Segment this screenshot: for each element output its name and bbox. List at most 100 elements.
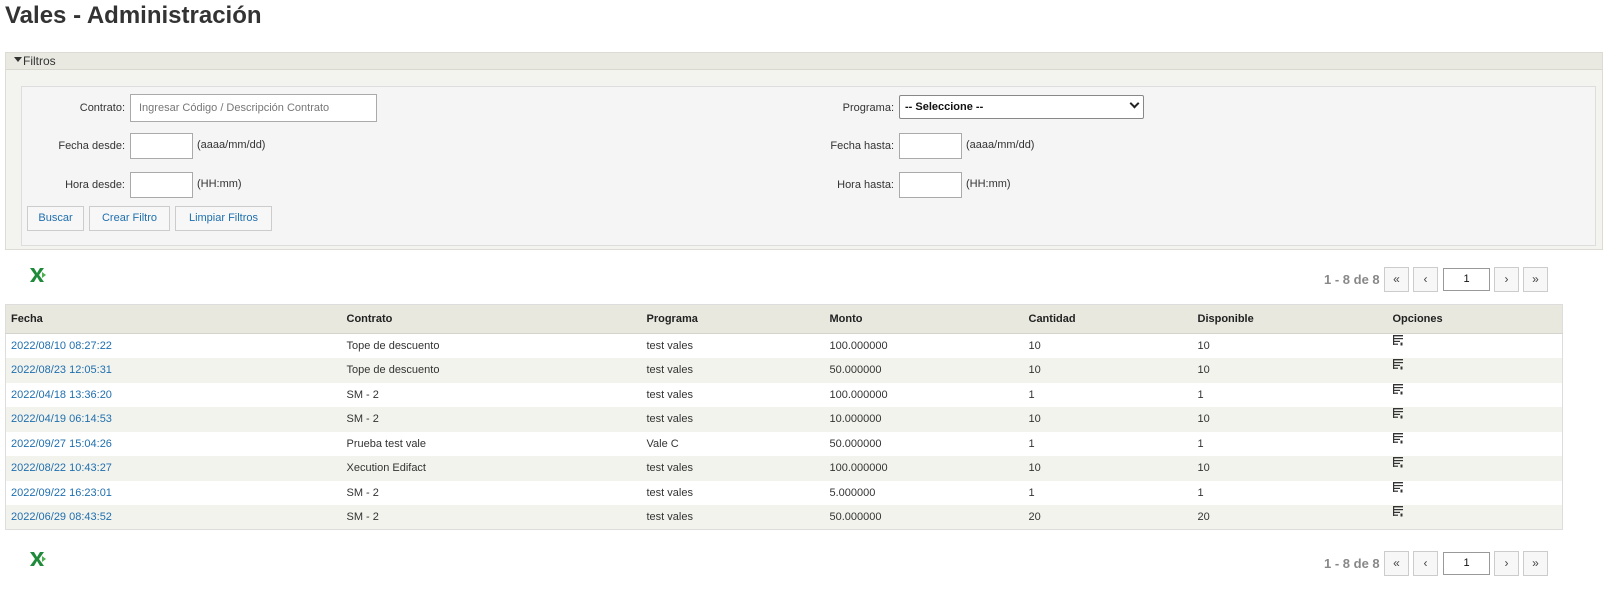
cell-monto: 50.000000	[824, 358, 1024, 383]
excel-export-icon[interactable]	[29, 267, 47, 283]
cell-fecha: 2022/09/22 16:23:01	[6, 481, 342, 506]
prev-page-button[interactable]: ‹	[1413, 551, 1438, 576]
excel-export-icon[interactable]	[29, 551, 47, 567]
fecha-link[interactable]: 2022/04/19 06:14:53	[11, 413, 112, 425]
cell-contrato: SM - 2	[346, 486, 379, 499]
prev-page-button[interactable]: ‹	[1413, 267, 1438, 292]
chevron-down-icon	[1129, 98, 1140, 109]
fecha-link[interactable]: 2022/08/22 10:43:27	[11, 462, 112, 474]
cell-opciones	[1387, 407, 1563, 432]
column-header-fecha[interactable]: Fecha	[5, 304, 342, 334]
cell-programa: test vales	[646, 340, 693, 352]
cell-opciones	[1388, 383, 1563, 408]
fecha-link[interactable]: 2022/06/29 08:43:52	[11, 511, 112, 523]
fecha-link[interactable]: 2022/08/10 08:27:22	[11, 340, 112, 352]
column-header-programa[interactable]: Programa	[641, 304, 825, 334]
page-number-input[interactable]: 1	[1443, 552, 1490, 575]
details-list-icon[interactable]	[1392, 359, 1403, 370]
cell-cantidad: 10	[1023, 407, 1193, 432]
table-row: 2022/08/22 10:43:27 Xecution Edifact tes…	[5, 456, 1563, 481]
cell-opciones	[1387, 358, 1563, 383]
cell-programa: test vales	[641, 505, 825, 530]
cell-cantidad: 10	[1023, 456, 1193, 481]
fecha-link[interactable]: 2022/09/27 15:04:26	[11, 438, 112, 450]
limpiar-filtros-button[interactable]: Limpiar Filtros	[175, 206, 272, 231]
cell-cantidad: 10	[1023, 358, 1193, 383]
cell-contrato: Prueba test vale	[346, 437, 427, 450]
table-row: 2022/09/22 16:23:01 SM - 2 test vales 5.…	[6, 481, 1563, 506]
column-header-monto[interactable]: Monto	[824, 304, 1024, 334]
cell-contrato: Xecution Edifact	[341, 456, 642, 481]
table-row: 2022/04/18 13:36:20 SM - 2 test vales 10…	[6, 383, 1563, 408]
details-list-icon[interactable]	[1392, 335, 1403, 346]
cell-disponible: 1	[1197, 437, 1204, 450]
programa-label: Programa:	[842, 102, 894, 114]
table-row: 2022/06/29 08:43:52 SM - 2 test vales 50…	[5, 505, 1563, 530]
cell-monto: 100.000000	[829, 340, 888, 352]
cell-programa: test vales	[646, 486, 693, 499]
details-list-icon[interactable]	[1392, 432, 1403, 444]
fecha-desde-format: (aaaa/mm/dd)	[197, 139, 266, 151]
column-header-opciones: Opciones	[1387, 304, 1563, 334]
fecha-hasta-input[interactable]	[899, 133, 962, 159]
cell-monto: 50.000000	[829, 437, 882, 450]
fecha-link[interactable]: 2022/08/23 12:05:31	[11, 364, 112, 376]
details-list-icon[interactable]	[1392, 481, 1403, 493]
details-list-icon[interactable]	[1392, 408, 1403, 419]
hora-desde-input[interactable]	[130, 172, 193, 198]
last-page-button[interactable]: »	[1523, 267, 1548, 292]
next-page-button[interactable]: ›	[1494, 551, 1519, 576]
fecha-link[interactable]: 2022/04/18 13:36:20	[11, 389, 112, 401]
pager-info: 1 - 8 de 8	[1324, 272, 1380, 287]
cell-opciones	[1387, 456, 1563, 481]
details-list-icon[interactable]	[1392, 506, 1403, 517]
cell-contrato: SM - 2	[341, 407, 642, 432]
next-page-button[interactable]: ›	[1494, 267, 1519, 292]
cell-fecha: 2022/09/27 15:04:26	[6, 432, 342, 457]
cell-fecha: 2022/06/29 08:43:52	[5, 505, 342, 530]
cell-monto: 100.000000	[829, 388, 888, 401]
cell-fecha: 2022/08/22 10:43:27	[5, 456, 342, 481]
contrato-input[interactable]	[130, 94, 377, 122]
programa-selected-value: -- Seleccione --	[905, 101, 984, 113]
cell-cantidad: 10	[1028, 340, 1041, 352]
last-page-button[interactable]: »	[1523, 551, 1548, 576]
buscar-button[interactable]: Buscar	[27, 206, 84, 231]
fecha-desde-input[interactable]	[130, 133, 193, 159]
table-row: 2022/08/10 08:27:22 Tope de descuento te…	[6, 334, 1563, 359]
cell-opciones	[1388, 334, 1563, 359]
programa-select[interactable]: -- Seleccione --	[899, 95, 1144, 119]
details-list-icon[interactable]	[1392, 457, 1403, 468]
details-list-icon[interactable]	[1392, 383, 1403, 395]
cell-disponible: 20	[1192, 505, 1388, 530]
cell-fecha: 2022/04/18 13:36:20	[6, 383, 342, 408]
hora-desde-label: Hora desde:	[65, 179, 125, 191]
column-header-cantidad[interactable]: Cantidad	[1023, 304, 1193, 334]
filter-header-label: Filtros	[23, 54, 56, 68]
first-page-button[interactable]: «	[1384, 551, 1409, 576]
cell-monto: 50.000000	[824, 505, 1024, 530]
fecha-hasta-label: Fecha hasta:	[830, 140, 894, 152]
cell-programa: test vales	[641, 407, 825, 432]
filter-toggle[interactable]: Filtros	[6, 53, 1602, 70]
cell-monto: 100.000000	[824, 456, 1024, 481]
first-page-button[interactable]: «	[1384, 267, 1409, 292]
cell-programa: test vales	[646, 388, 693, 401]
fecha-link[interactable]: 2022/09/22 16:23:01	[11, 487, 112, 499]
hora-hasta-input[interactable]	[899, 172, 962, 198]
cell-cantidad: 1	[1028, 486, 1035, 499]
column-header-contrato[interactable]: Contrato	[341, 304, 642, 334]
crear-filtro-button[interactable]: Crear Filtro	[89, 206, 170, 231]
vales-table: Fecha Contrato Programa Monto Cantidad D…	[5, 304, 1563, 530]
cell-cantidad: 20	[1023, 505, 1193, 530]
cell-cantidad: 1	[1028, 388, 1035, 401]
column-header-disponible[interactable]: Disponible	[1192, 304, 1388, 334]
cell-fecha: 2022/04/19 06:14:53	[5, 407, 342, 432]
cell-disponible: 10	[1192, 407, 1388, 432]
page-number-input[interactable]: 1	[1443, 268, 1490, 291]
cell-fecha: 2022/08/10 08:27:22	[6, 334, 342, 359]
hora-hasta-label: Hora hasta:	[837, 179, 894, 191]
cell-contrato: Tope de descuento	[341, 358, 642, 383]
filter-panel: Filtros Contrato: Programa: -- Seleccion…	[5, 52, 1603, 250]
cell-cantidad: 1	[1028, 437, 1035, 450]
